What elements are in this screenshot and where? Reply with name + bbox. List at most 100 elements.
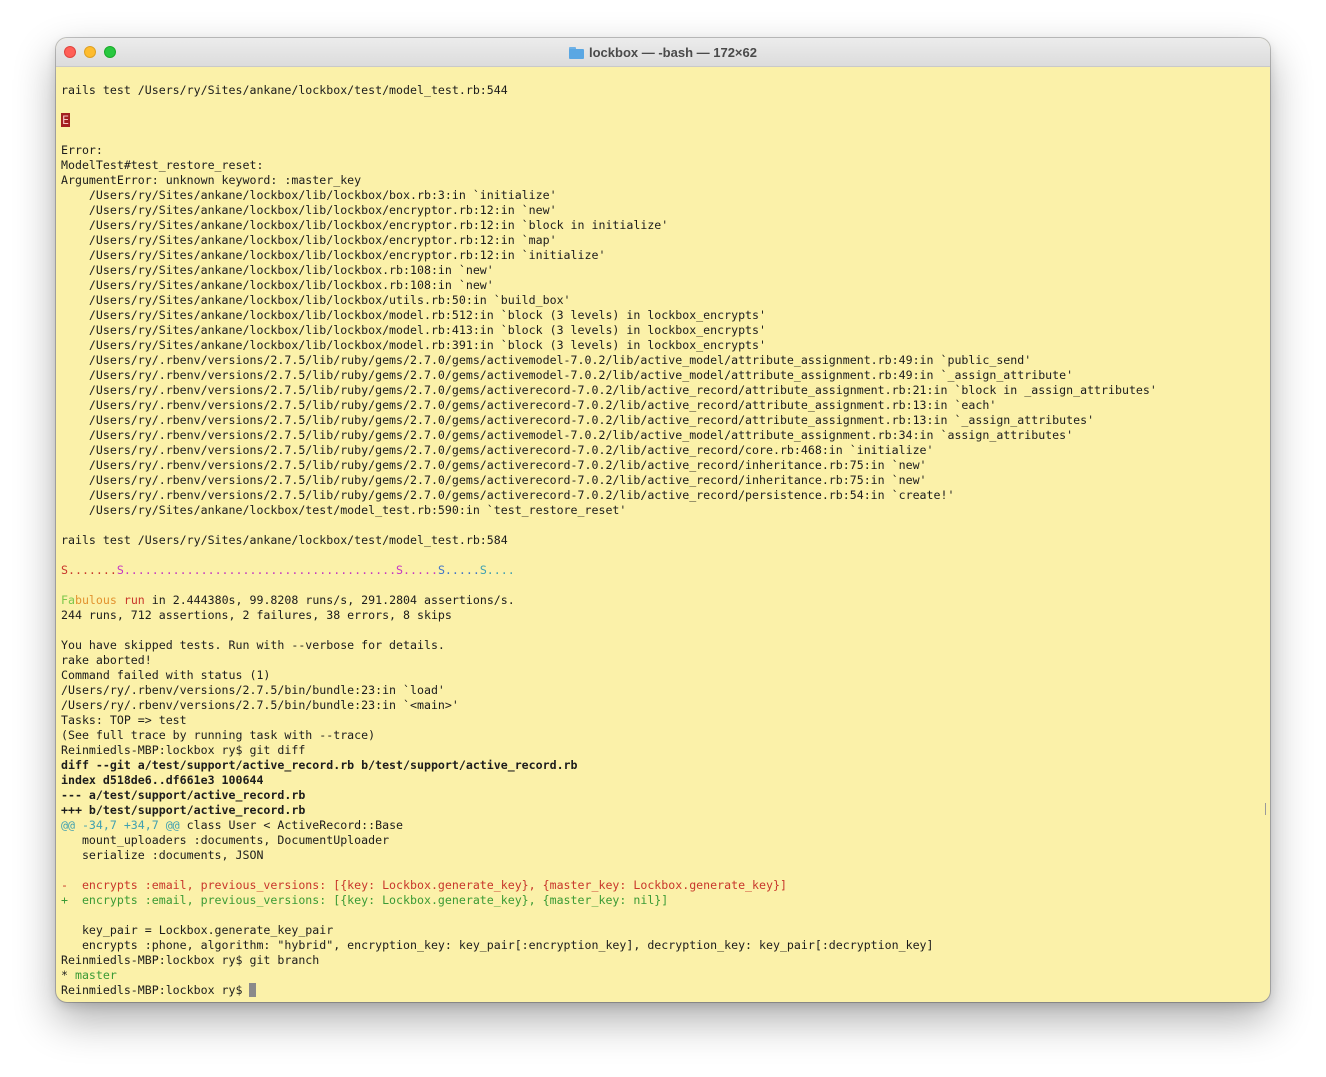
terminal-line: /Users/ry/.rbenv/versions/2.7.5/bin/bund… bbox=[61, 683, 1261, 698]
terminal-line: /Users/ry/.rbenv/versions/2.7.5/lib/ruby… bbox=[61, 443, 1261, 458]
terminal-line: (See full trace by running task with --t… bbox=[61, 728, 1261, 743]
terminal-line: index d518de6..df661e3 100644 bbox=[61, 773, 1261, 788]
terminal-line: /Users/ry/.rbenv/versions/2.7.5/lib/ruby… bbox=[61, 473, 1261, 488]
terminal-line: E bbox=[61, 113, 1261, 128]
terminal-line: /Users/ry/.rbenv/versions/2.7.5/lib/ruby… bbox=[61, 353, 1261, 368]
terminal-line: --- a/test/support/active_record.rb bbox=[61, 788, 1261, 803]
terminal-line: /Users/ry/.rbenv/versions/2.7.5/lib/ruby… bbox=[61, 398, 1261, 413]
terminal-line: /Users/ry/Sites/ankane/lockbox/lib/lockb… bbox=[61, 323, 1261, 338]
terminal-text: /Users/ry/.rbenv/versions/2.7.5/lib/ruby… bbox=[61, 428, 1074, 442]
terminal-line: /Users/ry/Sites/ankane/lockbox/lib/lockb… bbox=[61, 338, 1261, 353]
terminal-line: /Users/ry/.rbenv/versions/2.7.5/lib/ruby… bbox=[61, 413, 1261, 428]
terminal-line: /Users/ry/Sites/ankane/lockbox/lib/lockb… bbox=[61, 188, 1261, 203]
terminal-text: index d518de6..df661e3 100644 bbox=[61, 773, 264, 787]
terminal-text: mount_uploaders :documents, DocumentUplo… bbox=[61, 833, 390, 847]
terminal-line: /Users/ry/Sites/ankane/lockbox/lib/lockb… bbox=[61, 293, 1261, 308]
terminal-line: key_pair = Lockbox.generate_key_pair bbox=[61, 923, 1261, 938]
terminal-text: /Users/ry/Sites/ankane/lockbox/lib/lockb… bbox=[61, 218, 669, 232]
terminal-line: - encrypts :email, previous_versions: [{… bbox=[61, 878, 1261, 893]
terminal-line: Reinmiedls-MBP:lockbox ry$ git branch bbox=[61, 953, 1261, 968]
terminal-line: ArgumentError: unknown keyword: :master_… bbox=[61, 173, 1261, 188]
terminal-line: /Users/ry/Sites/ankane/lockbox/lib/lockb… bbox=[61, 233, 1261, 248]
terminal-line: Tasks: TOP => test bbox=[61, 713, 1261, 728]
terminal-text: Tasks: TOP => test bbox=[61, 713, 187, 727]
terminal-text: serialize :documents, JSON bbox=[61, 848, 264, 862]
terminal-line: /Users/ry/.rbenv/versions/2.7.5/lib/ruby… bbox=[61, 368, 1261, 383]
terminal-line: diff --git a/test/support/active_record.… bbox=[61, 758, 1261, 773]
terminal-line: rake aborted! bbox=[61, 653, 1261, 668]
terminal-text: Fa bbox=[61, 593, 75, 607]
terminal-text: You have skipped tests. Run with --verbo… bbox=[61, 638, 445, 652]
terminal-line: /Users/ry/.rbenv/versions/2.7.5/bin/bund… bbox=[61, 698, 1261, 713]
terminal-output[interactable]: rails test /Users/ry/Sites/ankane/lockbo… bbox=[61, 83, 1261, 998]
terminal-text: --- a/test/support/active_record.rb bbox=[61, 788, 306, 802]
terminal-text: E bbox=[61, 113, 70, 127]
terminal-line: Fabulous run in 2.444380s, 99.8208 runs/… bbox=[61, 593, 1261, 608]
terminal-text: /Users/ry/.rbenv/versions/2.7.5/lib/ruby… bbox=[61, 413, 1095, 427]
terminal-text: Reinmiedls-MBP:lockbox ry$ git branch bbox=[61, 953, 320, 967]
terminal-text: /Users/ry/Sites/ankane/lockbox/lib/lockb… bbox=[61, 323, 766, 337]
terminal-text: + encrypts :email, previous_versions: [{… bbox=[61, 893, 669, 907]
title-bar[interactable]: lockbox — -bash — 172×62 bbox=[56, 38, 1270, 67]
terminal-text: S....... bbox=[61, 563, 117, 577]
terminal-text: /Users/ry/Sites/ankane/lockbox/lib/lockb… bbox=[61, 338, 766, 352]
terminal-text: /Users/ry/.rbenv/versions/2.7.5/lib/ruby… bbox=[61, 443, 934, 457]
terminal-line: /Users/ry/Sites/ankane/lockbox/lib/lockb… bbox=[61, 308, 1261, 323]
terminal-text: key_pair = Lockbox.generate_key_pair bbox=[61, 923, 334, 937]
terminal-text: class User < ActiveRecord::Base bbox=[179, 818, 404, 832]
terminal-text: /Users/ry/.rbenv/versions/2.7.5/lib/ruby… bbox=[61, 383, 1157, 397]
terminal-line: Reinmiedls-MBP:lockbox ry$ git diff bbox=[61, 743, 1261, 758]
terminal-text: ModelTest#test_restore_reset: bbox=[61, 158, 264, 172]
terminal-text: /Users/ry/Sites/ankane/lockbox/lib/lockb… bbox=[61, 203, 557, 217]
terminal-text: diff --git a/test/support/active_record.… bbox=[61, 758, 578, 772]
terminal-text: rails test /Users/ry/Sites/ankane/lockbo… bbox=[61, 83, 508, 97]
terminal-text: +++ b/test/support/active_record.rb bbox=[61, 803, 306, 817]
terminal-line: rails test /Users/ry/Sites/ankane/lockbo… bbox=[61, 533, 1261, 548]
terminal-text: S.... bbox=[479, 563, 515, 577]
terminal-text: /Users/ry/Sites/ankane/lockbox/lib/lockb… bbox=[61, 308, 766, 322]
terminal-text: S..... bbox=[437, 563, 480, 577]
terminal-text: S..... bbox=[396, 563, 438, 577]
terminal-text: in 2.444380s, 99.8208 runs/s, 291.2804 a… bbox=[144, 593, 515, 607]
terminal-line: Error: bbox=[61, 143, 1261, 158]
terminal-line: /Users/ry/.rbenv/versions/2.7.5/lib/ruby… bbox=[61, 488, 1261, 503]
terminal-line: You have skipped tests. Run with --verbo… bbox=[61, 638, 1261, 653]
terminal-line: /Users/ry/.rbenv/versions/2.7.5/lib/ruby… bbox=[61, 458, 1261, 473]
terminal-text: /Users/ry/.rbenv/versions/2.7.5/lib/ruby… bbox=[61, 368, 1074, 382]
terminal-text: Error: bbox=[61, 143, 103, 157]
terminal-line: mount_uploaders :documents, DocumentUplo… bbox=[61, 833, 1261, 848]
terminal-text: run bbox=[123, 593, 145, 607]
terminal-text: /Users/ry/.rbenv/versions/2.7.5/lib/ruby… bbox=[61, 458, 927, 472]
terminal-text: S....................................... bbox=[116, 563, 397, 577]
terminal-text: rails test /Users/ry/Sites/ankane/lockbo… bbox=[61, 533, 508, 547]
terminal-window: lockbox — -bash — 172×62 rails test /Use… bbox=[56, 38, 1270, 1002]
terminal-line: /Users/ry/Sites/ankane/lockbox/lib/lockb… bbox=[61, 203, 1261, 218]
terminal-line: +++ b/test/support/active_record.rb bbox=[61, 803, 1261, 818]
terminal-line: @@ -34,7 +34,7 @@ class User < ActiveRec… bbox=[61, 818, 1261, 833]
terminal-text: Command failed with status (1) bbox=[61, 668, 271, 682]
terminal-line: /Users/ry/.rbenv/versions/2.7.5/lib/ruby… bbox=[61, 383, 1261, 398]
terminal-text: /Users/ry/Sites/ankane/lockbox/lib/lockb… bbox=[61, 293, 571, 307]
window-title: lockbox — -bash — 172×62 bbox=[56, 38, 1270, 66]
terminal-line: /Users/ry/.rbenv/versions/2.7.5/lib/ruby… bbox=[61, 428, 1261, 443]
terminal-text: /Users/ry/Sites/ankane/lockbox/lib/lockb… bbox=[61, 188, 557, 202]
terminal-text: /Users/ry/.rbenv/versions/2.7.5/lib/ruby… bbox=[61, 488, 955, 502]
terminal-line: * master bbox=[61, 968, 1261, 983]
terminal-text: /Users/ry/.rbenv/versions/2.7.5/lib/ruby… bbox=[61, 398, 997, 412]
terminal-text: /Users/ry/Sites/ankane/lockbox/test/mode… bbox=[61, 503, 627, 517]
text-cursor bbox=[249, 983, 257, 997]
terminal-text: /Users/ry/Sites/ankane/lockbox/lib/lockb… bbox=[61, 263, 494, 277]
terminal-text: * bbox=[61, 968, 75, 982]
terminal-text: 244 runs, 712 assertions, 2 failures, 38… bbox=[61, 608, 452, 622]
terminal-line: + encrypts :email, previous_versions: [{… bbox=[61, 893, 1261, 908]
folder-icon bbox=[569, 46, 584, 59]
terminal-line: /Users/ry/Sites/ankane/lockbox/lib/lockb… bbox=[61, 248, 1261, 263]
